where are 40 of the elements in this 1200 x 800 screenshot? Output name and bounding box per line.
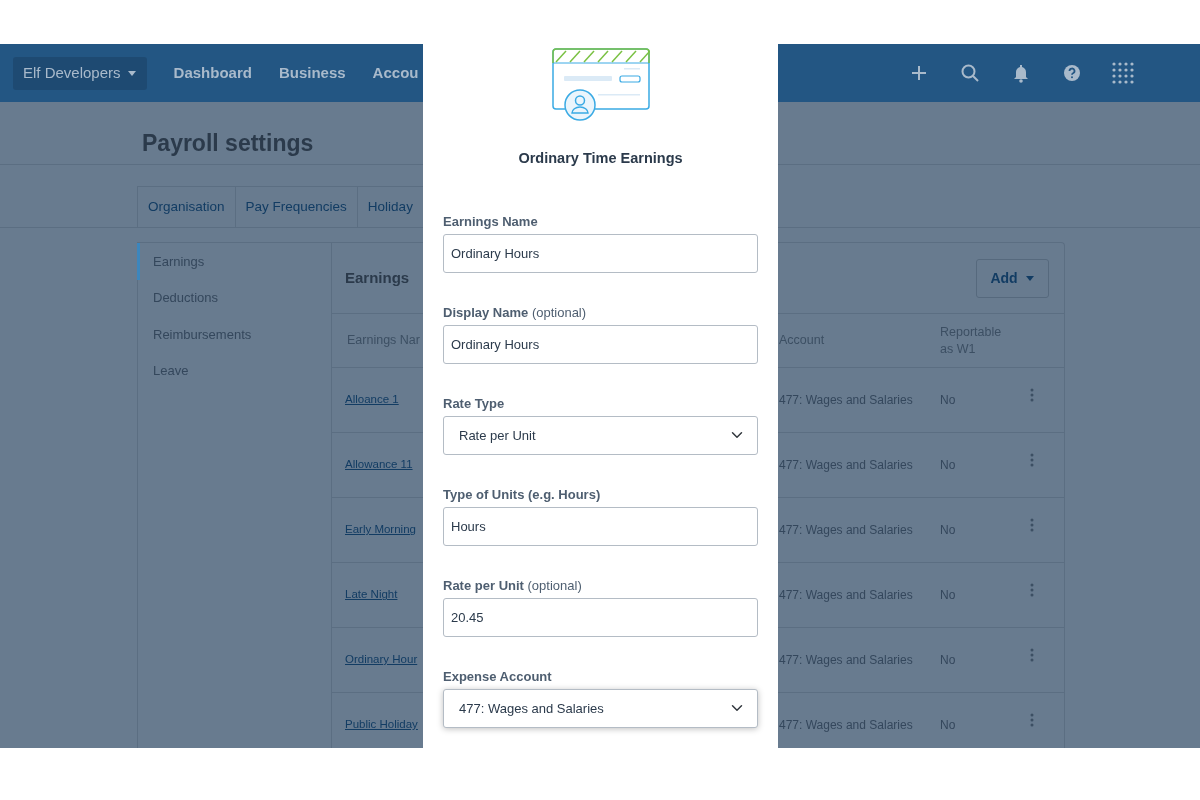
more-options-icon[interactable] xyxy=(1030,583,1034,597)
settings-tab[interactable]: Holiday xyxy=(356,186,423,227)
earnings-link[interactable]: Ordinary Hour xyxy=(332,651,418,669)
nav-link[interactable]: Accou xyxy=(372,61,419,85)
help-icon[interactable] xyxy=(1061,62,1083,84)
organisation-switcher[interactable]: Elf Developers xyxy=(13,56,147,90)
more-options-icon[interactable] xyxy=(1030,453,1034,467)
field-label: Display Name (optional) xyxy=(443,304,588,321)
app-grid-icon[interactable] xyxy=(1112,62,1134,84)
earnings-link[interactable]: Late Night xyxy=(332,586,398,604)
table-title: Earnings xyxy=(344,267,410,288)
earnings-link[interactable]: Early Morning xyxy=(332,521,416,539)
dialog-title: Ordinary Time Earnings xyxy=(517,149,684,168)
input-field[interactable]: 20.45 xyxy=(443,597,758,637)
settings-tab[interactable]: Pay Frequencies xyxy=(234,186,357,227)
field-label: Type of Units (e.g. Hours) xyxy=(443,486,602,503)
input-field[interactable]: Ordinary Hours xyxy=(443,324,758,364)
search-icon[interactable] xyxy=(959,62,981,84)
more-options-icon[interactable] xyxy=(1030,518,1034,532)
input-field[interactable]: Ordinary Hours xyxy=(443,233,758,273)
dropdown-field[interactable]: 477: Wages and Salaries xyxy=(443,688,758,728)
earnings-link[interactable]: Public Holiday xyxy=(332,716,418,734)
field-label: Expense Account xyxy=(443,668,553,685)
earnings-link[interactable]: Allowance 11 xyxy=(332,456,413,474)
caret-icon xyxy=(1024,274,1035,282)
caret-icon xyxy=(126,69,137,77)
input-field[interactable]: Hours xyxy=(443,506,758,546)
field-label: Rate Type xyxy=(443,395,506,412)
more-options-icon[interactable] xyxy=(1030,713,1034,727)
dropdown-field[interactable]: Rate per Unit xyxy=(443,415,758,455)
more-options-icon[interactable] xyxy=(1030,388,1034,402)
settings-tab[interactable]: Organisation xyxy=(137,186,235,227)
field-label: Earnings Name xyxy=(443,213,539,230)
field-label: Rate per Unit (optional) xyxy=(443,577,583,594)
page-title: Payroll settings xyxy=(142,130,314,158)
earnings-link[interactable]: Alloance 1 xyxy=(332,391,399,409)
add-button[interactable]: Add xyxy=(976,258,1049,298)
nav-link[interactable]: Dashboard xyxy=(173,61,252,85)
more-options-icon[interactable] xyxy=(1030,648,1034,662)
nav-link[interactable]: Business xyxy=(278,61,346,85)
